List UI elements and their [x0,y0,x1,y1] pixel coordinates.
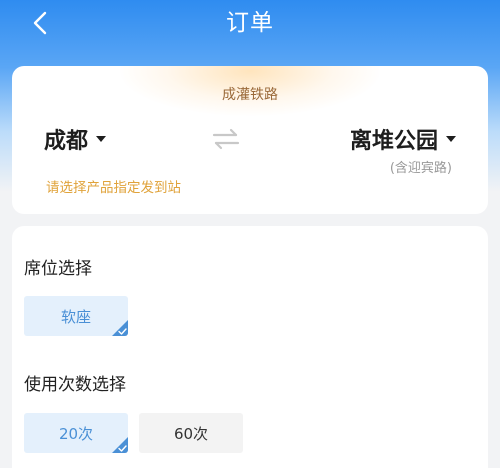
to-station-note: (含迎宾路) [389,161,452,176]
back-button[interactable] [22,6,58,40]
usage-option-label: 60次 [173,424,209,443]
swap-arrows-icon[interactable] [210,128,242,150]
from-station-label: 成都 [44,129,89,154]
station-hint-link[interactable]: 请选择产品指定发到站 [46,176,181,196]
page-title: 订单 [226,10,274,36]
check-icon [118,328,127,335]
route-card: 成灌铁路 成都 离堆公园 (含迎宾路) 请选择产品指定发到站 [12,66,488,214]
usage-option-label: 20次 [58,424,94,443]
to-station-label: 离堆公园 [349,129,438,154]
to-station-selector[interactable]: 离堆公园 [350,123,456,155]
seat-option-soft[interactable]: 软座 [24,296,128,336]
caret-down-icon [96,136,107,142]
caret-down-icon [446,136,456,142]
options-card: 席位选择 软座 使用次数选择 20次 60次 [12,226,488,468]
chevron-left-icon [33,11,47,35]
railway-line-name: 成灌铁路 [222,87,278,103]
usage-section-title: 使用次数选择 [24,375,126,395]
seat-option-label: 软座 [60,307,91,326]
usage-option-20[interactable]: 20次 [24,413,128,453]
usage-option-60[interactable]: 60次 [139,413,243,453]
seat-section-title: 席位选择 [24,259,92,279]
from-station-selector[interactable]: 成都 [44,123,107,155]
navigation-bar: 订单 [0,0,500,46]
check-icon [118,445,127,452]
